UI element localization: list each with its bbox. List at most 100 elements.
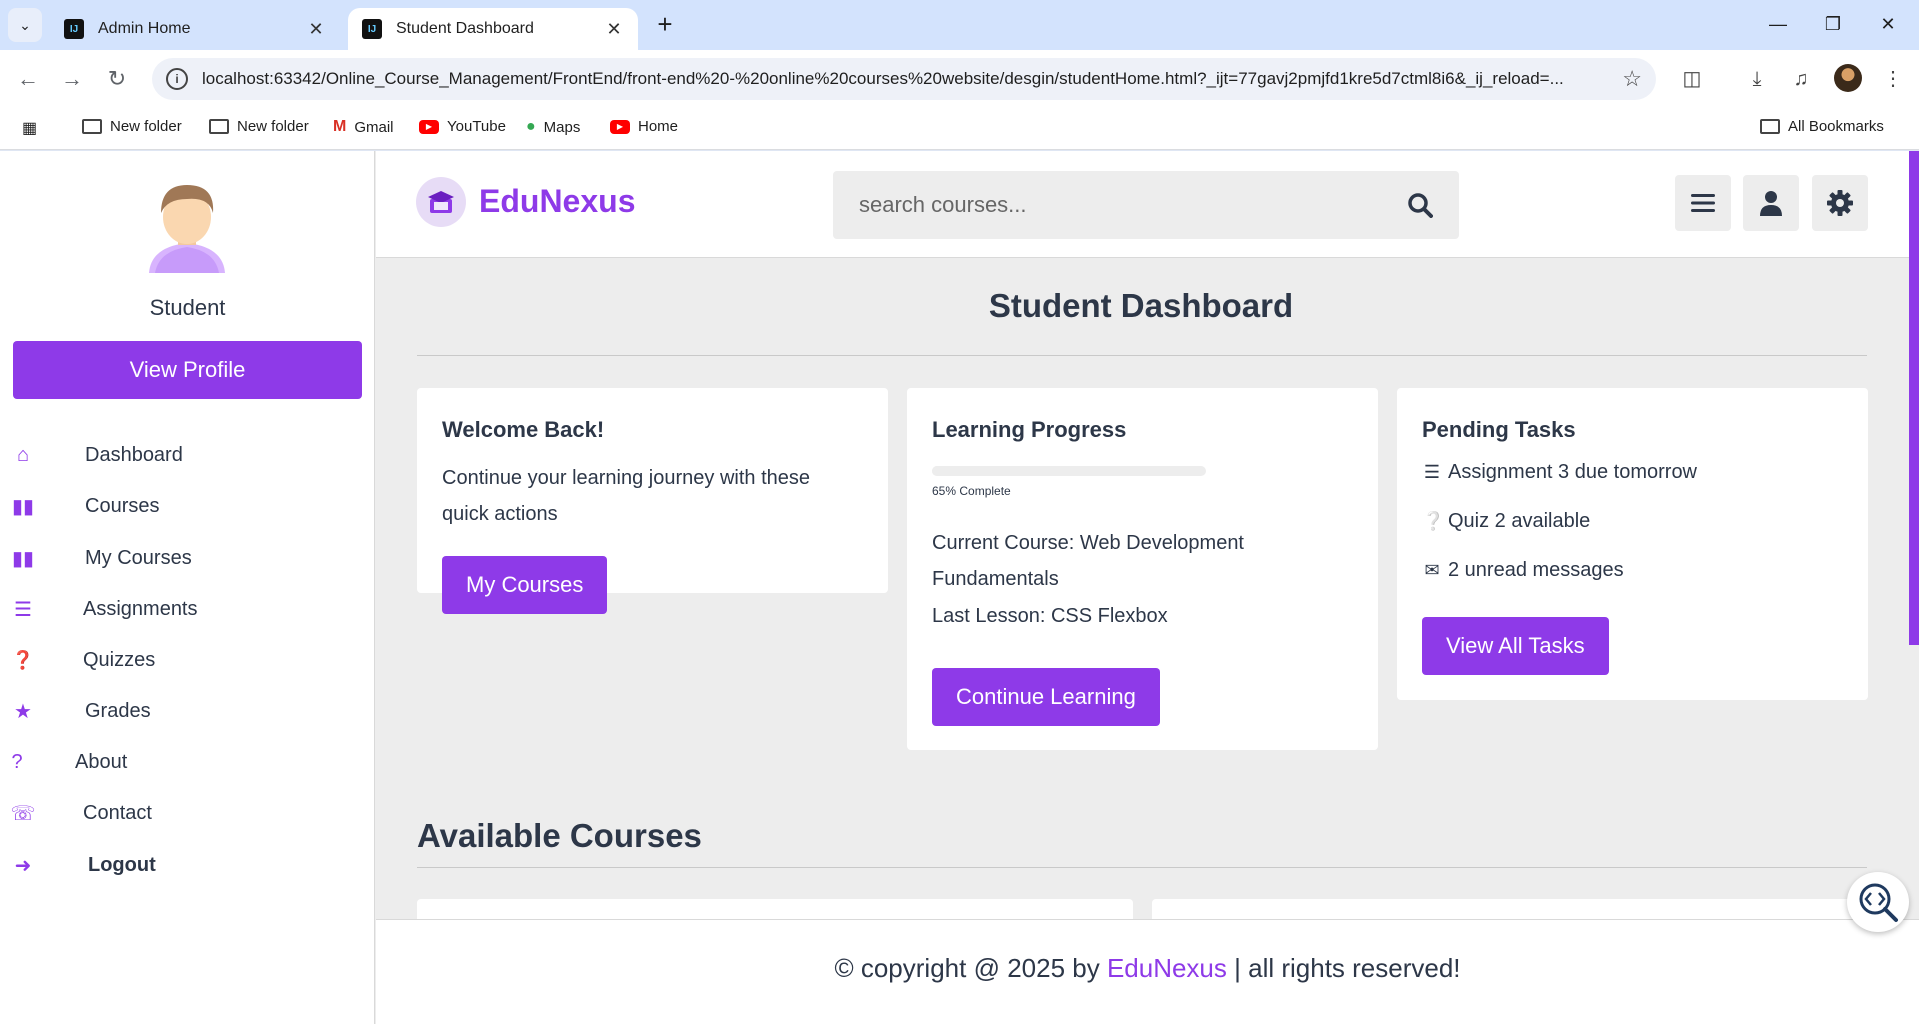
- code-search-icon: [1859, 883, 1898, 922]
- sidebar-item-assignments[interactable]: ☰ Assignments: [0, 584, 375, 634]
- arrow-left-icon: ←: [17, 66, 39, 91]
- main-content: Student Dashboard Welcome Back! Continue…: [376, 259, 1919, 1024]
- browser-menu-icon[interactable]: ⋮: [1878, 64, 1908, 94]
- question-icon: ?: [11, 750, 23, 773]
- extensions-icon[interactable]: ◫: [1677, 64, 1707, 94]
- back-button[interactable]: ←: [11, 62, 45, 96]
- bookmarks-bar: ▦ New folder New folder M Gmail ▶ YouTub…: [0, 108, 1919, 150]
- browser-toolbar: ← → ↻ i localhost:63342/Online_Course_Ma…: [0, 50, 1919, 108]
- sidebar-item-grades[interactable]: ★ Grades: [0, 686, 375, 736]
- tab-title: Student Dashboard: [396, 20, 534, 37]
- settings-button[interactable]: [1812, 175, 1868, 231]
- folder-icon: [1760, 119, 1780, 134]
- book-icon: ▮▮: [11, 547, 34, 570]
- task-text: 2 unread messages: [1448, 559, 1624, 581]
- learning-progress-card: Learning Progress 65% Complete Current C…: [907, 388, 1378, 750]
- bookmark-new-folder-1[interactable]: New folder: [82, 118, 182, 135]
- star-icon: ★: [14, 700, 32, 723]
- site-info-icon[interactable]: i: [166, 68, 188, 90]
- scrollbar-thumb[interactable]: [1909, 151, 1919, 645]
- bookmark-label: New folder: [110, 118, 182, 135]
- list-check-icon: ☰: [1423, 462, 1441, 482]
- youtube-icon: ▶: [419, 119, 439, 134]
- sidebar-item-contact[interactable]: ☏ Contact: [0, 788, 375, 838]
- minimize-button[interactable]: —: [1758, 8, 1798, 40]
- question-circle-icon: ❓: [11, 649, 35, 670]
- view-profile-button[interactable]: View Profile: [13, 341, 362, 399]
- bookmark-youtube[interactable]: ▶ YouTube: [419, 118, 506, 135]
- url-text: localhost:63342/Online_Course_Management…: [202, 69, 1564, 88]
- all-bookmarks-label: All Bookmarks: [1788, 118, 1884, 135]
- tab-title: Admin Home: [98, 20, 191, 37]
- footer-brand-link[interactable]: EduNexus: [1107, 953, 1227, 983]
- sidebar-item-my-courses[interactable]: ▮▮ My Courses: [0, 533, 375, 583]
- card-title: Pending Tasks: [1422, 417, 1576, 442]
- logout-icon: ➜: [14, 854, 32, 877]
- bookmark-home[interactable]: ▶ Home: [610, 118, 678, 135]
- tab-admin-home[interactable]: IJ Admin Home ✕: [50, 8, 340, 50]
- forward-button[interactable]: →: [55, 62, 89, 96]
- page: Student View Profile ⌂ Dashboard ▮▮ Cour…: [0, 151, 1919, 1024]
- home-icon: ⌂: [16, 443, 30, 466]
- close-window-button[interactable]: ✕: [1868, 8, 1908, 40]
- sidebar: Student View Profile ⌂ Dashboard ▮▮ Cour…: [0, 151, 375, 1024]
- section-title: Available Courses: [417, 817, 702, 854]
- my-courses-button[interactable]: My Courses: [442, 556, 608, 614]
- card-title: Learning Progress: [932, 417, 1127, 442]
- last-lesson-text: Last Lesson: CSS Flexbox: [932, 605, 1168, 627]
- sidebar-item-label: Courses: [85, 494, 160, 517]
- sidebar-item-about[interactable]: ? About: [0, 737, 375, 787]
- close-tab-icon[interactable]: ✕: [306, 19, 326, 40]
- search-input[interactable]: [859, 192, 1407, 218]
- all-bookmarks[interactable]: All Bookmarks: [1760, 118, 1884, 135]
- view-all-tasks-button[interactable]: View All Tasks: [1422, 617, 1609, 675]
- menu-button[interactable]: [1675, 175, 1731, 231]
- bookmark-maps[interactable]: ● Maps: [526, 118, 580, 136]
- tab-search-button[interactable]: ⌄: [8, 8, 42, 42]
- media-control-icon[interactable]: ♫: [1786, 64, 1816, 94]
- bookmark-new-folder-2[interactable]: New folder: [209, 118, 309, 135]
- continue-learning-button[interactable]: Continue Learning: [932, 668, 1160, 726]
- progress-bar: [932, 466, 1206, 476]
- chevron-down-icon: ⌄: [19, 16, 31, 33]
- user-avatar: [149, 185, 225, 273]
- new-tab-button[interactable]: +: [650, 10, 680, 40]
- progress-label: 65% Complete: [932, 484, 1011, 498]
- logo-icon[interactable]: [416, 177, 466, 227]
- task-text: Assignment 3 due tomorrow: [1448, 461, 1698, 483]
- task-text: Quiz 2 available: [1448, 510, 1591, 532]
- folder-icon: [82, 119, 102, 134]
- task-item: ❔ Quiz 2 available: [1422, 510, 1590, 533]
- apps-grid-icon[interactable]: ▦: [22, 118, 37, 138]
- restore-button[interactable]: ❐: [1813, 8, 1853, 40]
- search-icon[interactable]: [1407, 192, 1433, 218]
- browser-profile-avatar[interactable]: [1834, 64, 1862, 92]
- sidebar-item-quizzes[interactable]: ❓ Quizzes: [0, 635, 375, 685]
- close-tab-icon[interactable]: ✕: [604, 19, 624, 40]
- welcome-card: Welcome Back! Continue your learning jou…: [417, 388, 888, 614]
- sidebar-item-label: Logout: [88, 853, 156, 876]
- list-check-icon: ☰: [14, 598, 32, 621]
- tab-student-dashboard[interactable]: IJ Student Dashboard ✕: [348, 8, 638, 50]
- divider: [417, 355, 1867, 356]
- bookmark-gmail[interactable]: M Gmail: [333, 118, 394, 136]
- bookmark-label: YouTube: [447, 118, 506, 135]
- search-bar: [833, 171, 1459, 239]
- sidebar-item-label: My Courses: [85, 546, 192, 569]
- gmail-icon: M: [333, 118, 347, 135]
- pending-tasks-card: Pending Tasks ☰ Assignment 3 due tomorro…: [1397, 388, 1868, 700]
- sidebar-item-dashboard[interactable]: ⌂ Dashboard: [0, 430, 375, 480]
- download-icon[interactable]: ⤓: [1742, 64, 1772, 94]
- user-icon: [1760, 191, 1782, 216]
- reload-button[interactable]: ↻: [100, 62, 134, 96]
- address-bar[interactable]: i localhost:63342/Online_Course_Manageme…: [152, 58, 1656, 100]
- bookmark-star-icon[interactable]: ☆: [1622, 66, 1642, 92]
- floating-inspect-button[interactable]: [1847, 872, 1909, 932]
- bookmark-label: New folder: [237, 118, 309, 135]
- reload-icon: ↻: [107, 66, 127, 91]
- user-button[interactable]: [1743, 175, 1799, 231]
- sidebar-item-courses[interactable]: ▮▮ Courses: [0, 481, 375, 531]
- logo-text[interactable]: EduNexus: [479, 183, 635, 220]
- site-header: EduNexus: [376, 151, 1919, 258]
- sidebar-item-logout[interactable]: ➜ Logout: [0, 840, 375, 890]
